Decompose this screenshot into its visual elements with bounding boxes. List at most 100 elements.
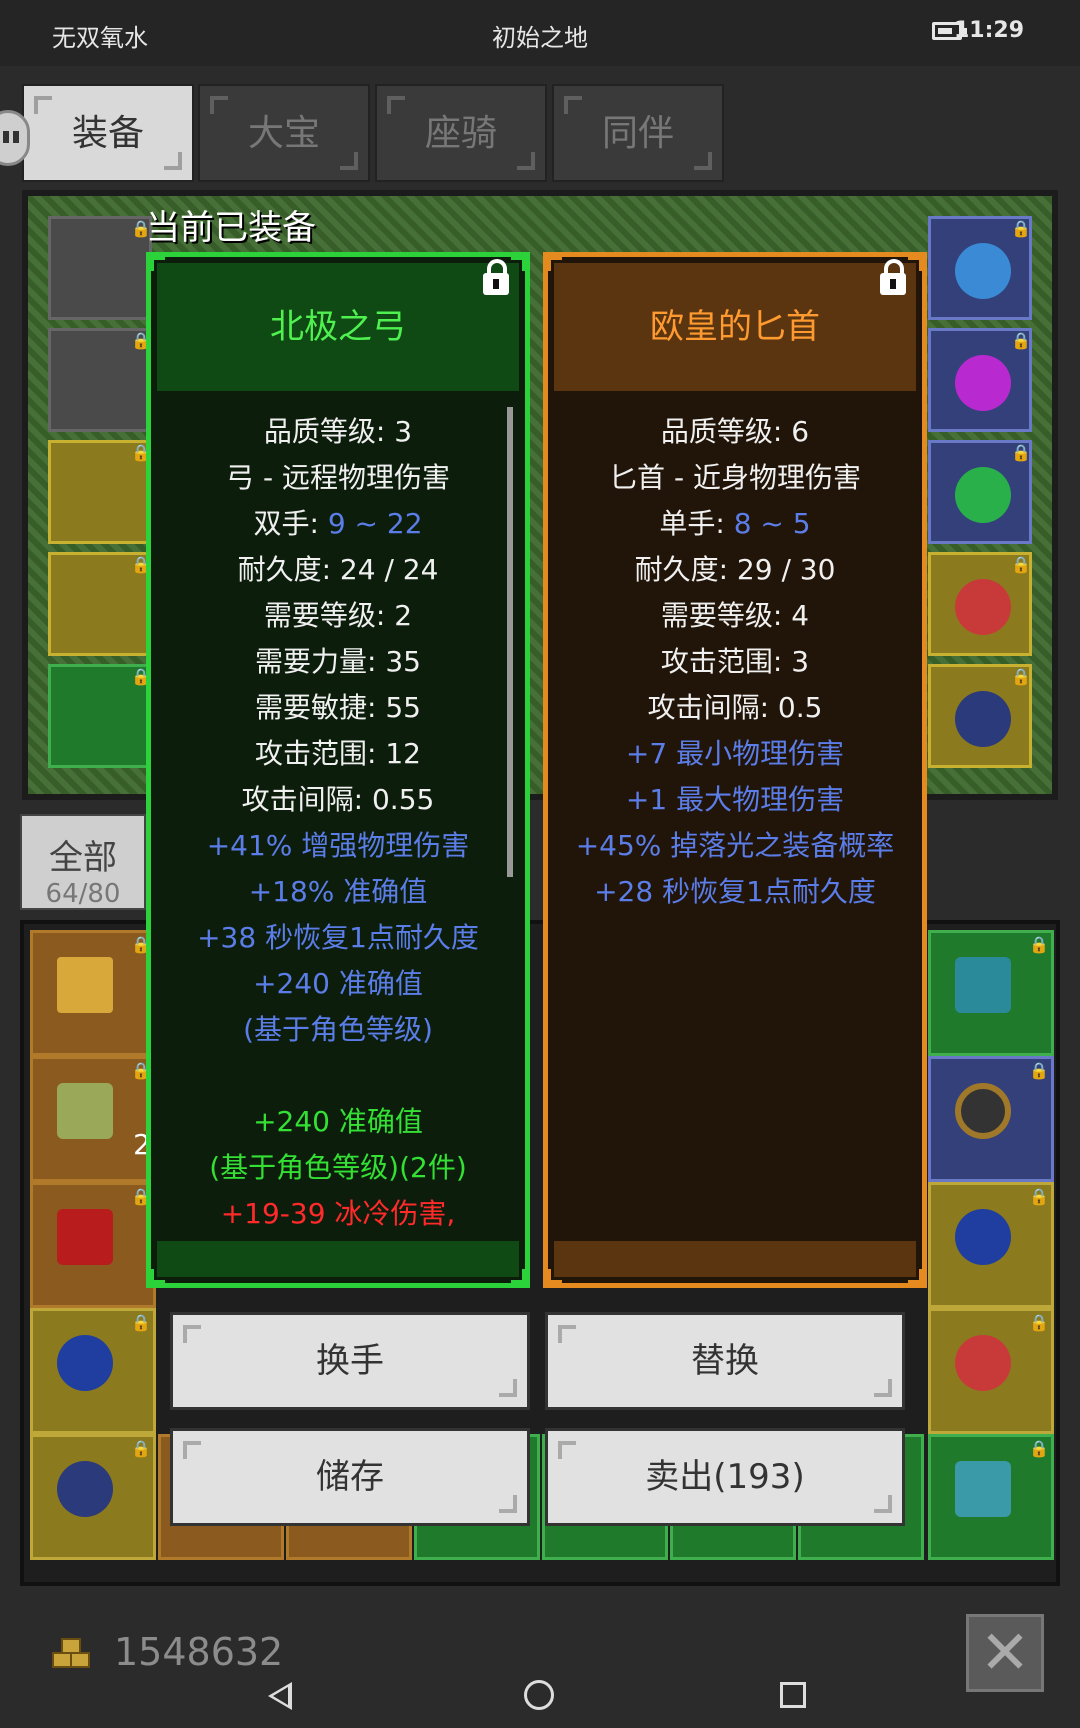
affix-line: (基于角色等级) [243, 1013, 433, 1046]
replace-button[interactable]: 替换 [545, 1312, 905, 1410]
inventory-slot[interactable]: 🔒 [928, 1056, 1054, 1182]
button-label: 替换 [691, 1341, 759, 1381]
creature-icon [955, 1335, 1011, 1391]
stat-range: 攻击范围: 12 [255, 737, 421, 770]
swap-hand-button[interactable]: 换手 [170, 1312, 530, 1410]
elemental-affix-line: +19-39 冰冷伤害, [220, 1197, 456, 1230]
stat-req-dex: 需要敏捷: 55 [255, 691, 421, 724]
ring-slot-2[interactable]: 🔒 [928, 440, 1032, 544]
affix-line: +45% 掉落光之装备概率 [575, 829, 895, 862]
equipped-label: 当前已装备 [146, 208, 316, 248]
affix-line: +240 准确值 [253, 967, 423, 1000]
amulet-icon [955, 243, 1011, 299]
creature-icon [955, 579, 1011, 635]
inventory-slot[interactable]: 🔒 [30, 1182, 156, 1308]
affix-line: +1 最大物理伤害 [625, 783, 845, 816]
tab-label: 大宝 [247, 113, 320, 154]
set-affix-line: (基于角色等级)(2件) [209, 1151, 467, 1184]
tab-label: 座骑 [424, 113, 497, 154]
bow-icon [955, 1083, 1011, 1139]
inventory-slot[interactable]: 🔒 [928, 930, 1054, 1056]
stat-quality: 品质等级: 3 [263, 415, 413, 448]
inventory-slot[interactable]: 🔒 [30, 1434, 156, 1560]
affix-line: +7 最小物理伤害 [625, 737, 845, 770]
item-card-compare: 欧皇的匕首 品质等级: 6 匕首 - 近身物理伤害 单手: 8 ~ 5 耐久度:… [543, 252, 927, 1288]
back-icon[interactable] [268, 1682, 292, 1710]
pet-slot-2[interactable]: 🔒 [928, 664, 1032, 768]
item-name: 北极之弓 [157, 263, 519, 391]
belt-slot[interactable]: 🔒 [48, 664, 152, 768]
item-stats: 品质等级: 6 匕首 - 近身物理伤害 单手: 8 ~ 5 耐久度: 29 / … [554, 391, 916, 915]
category-label: 全部 [49, 838, 117, 878]
item-card-equipped: 北极之弓 品质等级: 3 弓 - 远程物理伤害 双手: 9 ~ 22 耐久度: … [146, 252, 530, 1288]
button-label: 换手 [316, 1341, 384, 1381]
ring-icon [955, 467, 1011, 523]
ring-slot-1[interactable]: 🔒 [928, 328, 1032, 432]
bird-icon [57, 1461, 113, 1517]
lock-icon[interactable] [880, 259, 906, 295]
item-stats: 品质等级: 3 弓 - 远程物理伤害 双手: 9 ~ 22 耐久度: 24 / … [157, 391, 519, 1231]
stat-type: 弓 - 远程物理伤害 [226, 461, 450, 494]
button-label: 卖出(193) [645, 1457, 805, 1497]
tab-treasure[interactable]: 大宝 [198, 84, 370, 182]
bird-icon [955, 691, 1011, 747]
tab-equipment[interactable]: 装备 [22, 84, 194, 182]
android-nav-bar [0, 1660, 1080, 1728]
affix-line: +18% 准确值 [248, 875, 428, 908]
amulet-slot[interactable]: 🔒 [928, 216, 1032, 320]
stat-req-level: 需要等级: 2 [263, 599, 413, 632]
helmet-slot[interactable]: 🔒 [48, 216, 152, 320]
gloves-slot[interactable]: 🔒 [48, 440, 152, 544]
game-screen: 无双氧水 初始之地 11:29 装备 大宝 座骑 同伴 🔒 🔒 🔒 🔒 🔒 🔒 … [0, 0, 1080, 1728]
inventory-slot[interactable]: 🔒 [30, 930, 156, 1056]
inventory-slot[interactable]: 🔒 [30, 1308, 156, 1434]
lock-icon[interactable] [483, 259, 509, 295]
pet-slot-1[interactable]: 🔒 [928, 552, 1032, 656]
stat-damage: 单手: 8 ~ 5 [659, 507, 811, 540]
sell-button[interactable]: 卖出(193) [545, 1428, 905, 1526]
tab-label: 装备 [71, 113, 144, 154]
stat-interval: 攻击间隔: 0.55 [241, 783, 435, 816]
tab-label: 同伴 [601, 113, 674, 154]
status-bar: 无双氧水 初始之地 11:29 [0, 0, 1080, 66]
stat-interval: 攻击间隔: 0.5 [647, 691, 823, 724]
item-name: 欧皇的匕首 [554, 263, 916, 391]
armor-slot[interactable]: 🔒 [48, 328, 152, 432]
orb-icon [57, 1335, 113, 1391]
stat-durability: 耐久度: 29 / 30 [634, 553, 836, 586]
shirt-icon [955, 957, 1011, 1013]
tab-mount[interactable]: 座骑 [375, 84, 547, 182]
category-count: 64/80 [45, 879, 121, 909]
stat-type: 匕首 - 近身物理伤害 [609, 461, 861, 494]
scrollbar[interactable] [507, 407, 513, 877]
inventory-slot[interactable]: 🔒 [928, 1182, 1054, 1308]
boot-icon [955, 1461, 1011, 1517]
stat-damage: 双手: 9 ~ 22 [253, 507, 423, 540]
button-label: 储存 [316, 1457, 384, 1497]
affix-line: +28 秒恢复1点耐久度 [594, 875, 876, 908]
home-icon[interactable] [524, 1680, 554, 1710]
inventory-slot[interactable]: 🔒 [928, 1308, 1054, 1434]
category-tab-all[interactable]: 全部 64/80 [20, 814, 146, 910]
orb-icon [955, 1209, 1011, 1265]
clock: 11:29 [953, 18, 1024, 43]
stat-req-level: 需要等级: 4 [660, 599, 810, 632]
cube-icon [57, 1083, 113, 1139]
stat-durability: 耐久度: 24 / 24 [237, 553, 439, 586]
recent-apps-icon[interactable] [780, 1682, 806, 1708]
stat-quality: 品质等级: 6 [660, 415, 810, 448]
inventory-slot[interactable]: 🔒 [928, 1434, 1054, 1560]
stat-range: 攻击范围: 3 [660, 645, 810, 678]
set-affix-line: +240 准确值 [253, 1105, 423, 1138]
inventory-slot[interactable]: 🔒 2 [30, 1056, 156, 1182]
tab-companion[interactable]: 同伴 [552, 84, 724, 182]
store-button[interactable]: 储存 [170, 1428, 530, 1526]
affix-line: +41% 增强物理伤害 [206, 829, 470, 862]
affix-line: +38 秒恢复1点耐久度 [197, 921, 479, 954]
boots-slot[interactable]: 🔒 [48, 552, 152, 656]
stat-req-str: 需要力量: 35 [255, 645, 421, 678]
ring-icon [955, 355, 1011, 411]
gem-icon [57, 1209, 113, 1265]
sword-icon [57, 957, 113, 1013]
location-name: 初始之地 [492, 24, 588, 52]
